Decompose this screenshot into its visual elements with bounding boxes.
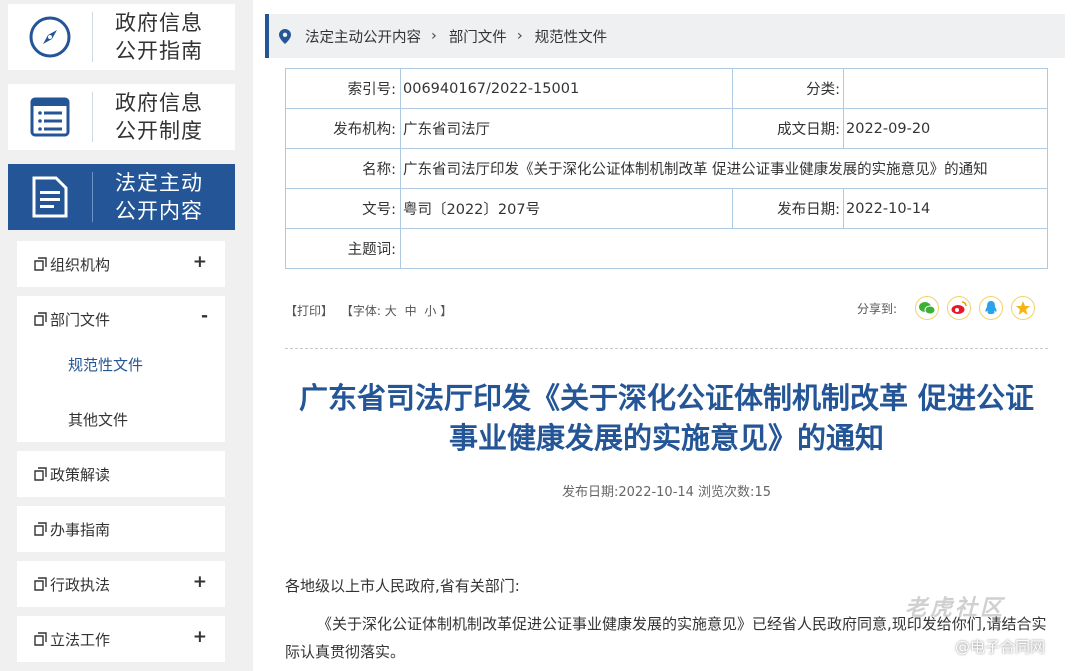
collapse-icon[interactable]: - (201, 306, 208, 326)
font-large-link[interactable]: 大 (385, 304, 397, 318)
menu-item-organization[interactable]: 组织机构 + (17, 241, 225, 287)
nav-card-statutory-content[interactable]: 法定主动 公开内容 (8, 164, 235, 230)
meta-label: 文号: (285, 188, 401, 229)
chevron-right-icon: › (516, 28, 523, 44)
nav-card-disclosure-guide[interactable]: 政府信息 公开指南 (8, 4, 235, 70)
compass-icon (8, 4, 92, 70)
meta-value (843, 68, 1048, 109)
expand-icon[interactable]: + (193, 572, 207, 592)
breadcrumb-item-department[interactable]: 部门文件 (449, 26, 507, 47)
chevron-right-icon: › (431, 28, 437, 44)
copy-icon (34, 257, 47, 271)
meta-label: 名称: (285, 148, 401, 189)
wechat-share-icon[interactable] (915, 296, 940, 320)
share-bar: 分享到: (857, 296, 1036, 320)
meta-label: 发布机构: (285, 108, 401, 149)
meta-value: 2022-09-20 (843, 108, 1048, 149)
menu-item-policy-interpretation[interactable]: 政策解读 (17, 451, 225, 497)
nav-card-title: 政府信息 公开制度 (115, 91, 203, 143)
meta-value: 2022-10-14 (843, 188, 1048, 229)
copy-icon (34, 632, 47, 646)
font-medium-link[interactable]: 中 (405, 304, 417, 318)
menu-item-law-enforcement[interactable]: 行政执法 + (17, 561, 225, 607)
menu-label: 组织机构 (50, 255, 111, 274)
location-pin-icon (279, 28, 291, 44)
meta-label: 主题词: (285, 228, 401, 269)
article-tools: 【打印】 【字体: 大 中 小 】 (285, 302, 456, 319)
meta-label: 发布日期: (732, 188, 844, 229)
menu-label: 立法工作 (50, 630, 111, 649)
article-title: 广东省司法厅印发《关于深化公证体制机制改革 促进公证事业健康发展的实施意见》的通… (298, 381, 1035, 455)
menu-group-department-docs: 部门文件 - 规范性文件 其他文件 (17, 296, 225, 442)
breadcrumb-item-statutory[interactable]: 法定主动公开内容 (305, 26, 421, 47)
menu-label: 行政执法 (50, 575, 111, 594)
article-meta-line: 发布日期:2022-10-14 浏览次数:15 (562, 485, 771, 500)
copy-icon (34, 312, 47, 326)
submenu-other-docs[interactable]: 其他文件 (68, 409, 128, 430)
nav-card-disclosure-system[interactable]: 政府信息 公开制度 (8, 84, 235, 150)
breadcrumb: 法定主动公开内容 › 部门文件 › 规范性文件 (265, 14, 1065, 58)
qzone-star-share-icon[interactable] (1011, 296, 1036, 320)
nav-card-title: 政府信息 公开指南 (115, 11, 203, 63)
submenu-normative-docs[interactable]: 规范性文件 (68, 354, 143, 375)
breadcrumb-item-normative[interactable]: 规范性文件 (535, 26, 608, 47)
weibo-share-icon[interactable] (947, 296, 972, 320)
list-document-icon (8, 84, 92, 150)
share-label: 分享到: (857, 301, 898, 316)
font-small-link[interactable]: 小 (424, 304, 436, 318)
copy-icon (34, 577, 47, 591)
meta-label: 成文日期: (732, 108, 844, 149)
dashed-divider (285, 348, 1048, 349)
meta-label: 索引号: (285, 68, 401, 109)
meta-value: 广东省司法厅 (400, 108, 733, 149)
document-meta-table: 索引号: 006940167/2022-15001 分类: 发布机构: 广东省司… (285, 68, 1048, 269)
meta-label: 分类: (732, 68, 844, 109)
expand-icon[interactable]: + (193, 252, 207, 272)
document-icon (8, 164, 92, 230)
copy-icon (34, 522, 47, 536)
menu-label: 办事指南 (50, 520, 111, 539)
print-link[interactable]: 【打印】 (285, 304, 333, 318)
menu-item-department-docs[interactable]: 部门文件 - (34, 306, 208, 330)
copy-icon (34, 467, 47, 481)
menu-item-legislation[interactable]: 立法工作 + (17, 616, 225, 662)
menu-label: 政策解读 (50, 465, 111, 484)
main-content: 法定主动公开内容 › 部门文件 › 规范性文件 索引号: 006940167/2… (253, 0, 1080, 671)
meta-value (400, 228, 1048, 269)
font-size-suffix: 】 (440, 304, 453, 318)
sidebar: 政府信息 公开指南 政府信息 公开制度 法定主动 公开内容 组织机构 + 部门文… (0, 0, 244, 671)
font-size-prefix: 【字体: (340, 304, 381, 318)
watermark-source: @电子合同网 (955, 638, 1046, 656)
expand-icon[interactable]: + (193, 627, 207, 647)
meta-value: 广东省司法厅印发《关于深化公证体制机制改革 促进公证事业健康发展的实施意见》的通… (400, 148, 1048, 189)
menu-item-service-guide[interactable]: 办事指南 (17, 506, 225, 552)
meta-value: 006940167/2022-15001 (400, 68, 733, 109)
meta-value: 粤司〔2022〕207号 (400, 188, 733, 229)
menu-label: 部门文件 (50, 310, 111, 329)
watermark-text: 老虎社区 (905, 596, 1006, 621)
qq-share-icon[interactable] (979, 296, 1004, 320)
nav-card-title: 法定主动 公开内容 (115, 171, 203, 223)
